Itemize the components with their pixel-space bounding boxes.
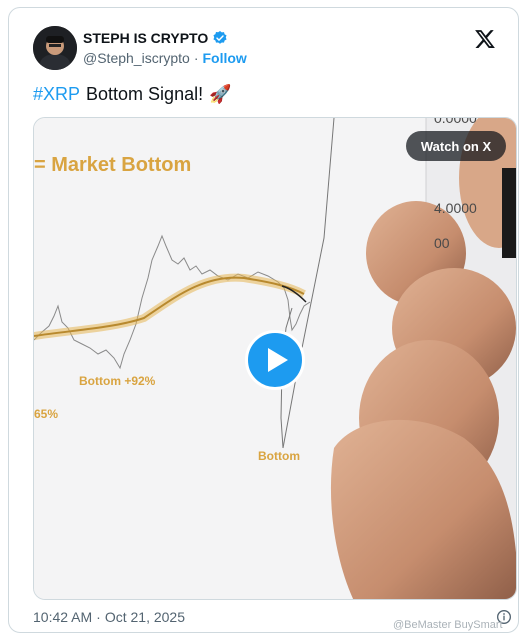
avatar[interactable] (33, 26, 77, 70)
hashtag-link[interactable]: #XRP (33, 84, 80, 105)
watermark: @BeMaster BuySmart (393, 619, 503, 631)
bottom-92-label: Bottom +92% (79, 374, 156, 388)
tweet-body: Bottom Signal! (86, 84, 204, 104)
tweet-date: Oct 21, 2025 (104, 609, 185, 625)
rocket-emoji: 🚀 (209, 84, 232, 104)
verified-badge-icon (213, 31, 227, 44)
author-handle-row: @Steph_iscrypto · Follow (83, 50, 247, 66)
video-media[interactable]: = Market Bottom Bottom +92% 65% Bottom 0… (33, 117, 517, 600)
axis-label-low: 00 (434, 235, 450, 251)
bottom-label: Bottom (258, 449, 300, 463)
watch-on-x-button[interactable]: Watch on X (406, 131, 506, 161)
author-handle[interactable]: @Steph_iscrypto (83, 50, 190, 66)
follow-button[interactable]: Follow (203, 50, 247, 66)
author-name[interactable]: STEPH IS CRYPTO (83, 30, 208, 46)
author-name-row: STEPH IS CRYPTO (83, 30, 228, 46)
axis-label-mid: 4.0000 (434, 200, 477, 216)
dot-separator: · (96, 609, 101, 625)
tweet-time: 10:42 AM (33, 609, 93, 625)
market-bottom-label: = Market Bottom (34, 154, 192, 176)
play-button[interactable] (245, 330, 305, 390)
play-icon (267, 348, 288, 372)
pct-65-label: 65% (34, 407, 59, 421)
x-logo-icon[interactable] (474, 28, 496, 50)
tweet-timestamp[interactable]: 10:42 AM · Oct 21, 2025 (33, 609, 185, 625)
tweet-card: STEPH IS CRYPTO @Steph_iscrypto · Follow… (8, 7, 519, 633)
axis-label-top: 0.0000 (434, 117, 477, 126)
dot-separator: · (193, 50, 199, 66)
tweet-text: #XRP Bottom Signal! 🚀 (33, 84, 232, 105)
